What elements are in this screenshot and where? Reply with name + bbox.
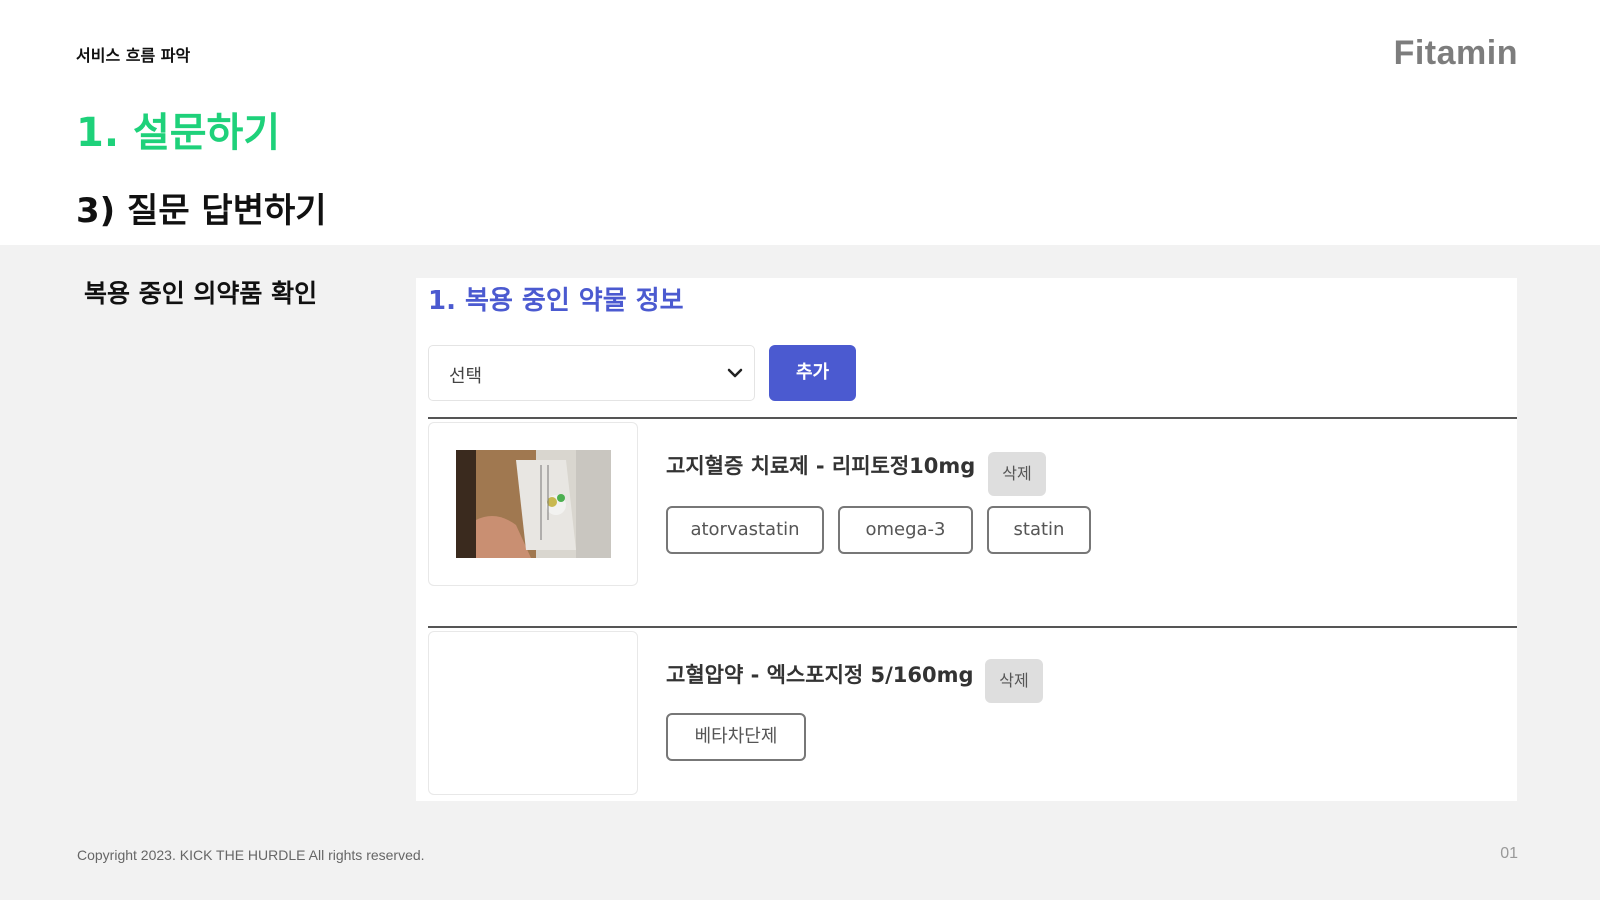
page-number: 01 <box>1500 845 1518 862</box>
ingredient-tag[interactable]: omega-3 <box>838 506 973 554</box>
select-value: 선택 <box>449 366 483 387</box>
medication-panel: 1. 복용 중인 약물 정보 선택 추가 고지혈증 치료제 - 리피토정10mg… <box>416 278 1517 801</box>
medication-image-card <box>428 631 638 795</box>
medication-row: 고지혈증 치료제 - 리피토정10mg 삭제 atorvastatin omeg… <box>428 422 1517 586</box>
medication-photo <box>456 450 611 558</box>
section-label: 복용 중인 의약품 확인 <box>84 279 318 308</box>
medication-row: 고혈압약 - 엑스포지정 5/160mg 삭제 베타차단제 <box>428 631 1517 795</box>
page-subtitle: 3) 질문 답변하기 <box>76 191 327 231</box>
divider <box>428 417 1517 419</box>
logo: Fitamin <box>1393 34 1518 72</box>
ingredient-tag[interactable]: atorvastatin <box>666 506 824 554</box>
slide-header-area: 서비스 흐름 파악 Fitamin 1. 설문하기 3) 질문 답변하기 <box>0 0 1600 245</box>
delete-button[interactable]: 삭제 <box>985 659 1043 703</box>
delete-button[interactable]: 삭제 <box>988 452 1046 496</box>
page-title: 1. 설문하기 <box>76 110 281 156</box>
ingredient-tag[interactable]: statin <box>987 506 1091 554</box>
ingredient-tag[interactable]: 베타차단제 <box>666 713 806 761</box>
medication-select[interactable]: 선택 <box>428 345 755 401</box>
add-button[interactable]: 추가 <box>769 345 856 401</box>
panel-title: 1. 복용 중인 약물 정보 <box>428 286 684 316</box>
divider <box>428 626 1517 628</box>
medication-name: 고지혈증 치료제 - 리피토정10mg <box>666 454 976 478</box>
copyright: Copyright 2023. KICK THE HURDLE All righ… <box>77 847 425 863</box>
chevron-down-icon <box>727 368 743 378</box>
medication-name: 고혈압약 - 엑스포지정 5/160mg <box>666 663 974 687</box>
medication-image-card <box>428 422 638 586</box>
breadcrumb: 서비스 흐름 파악 <box>76 46 191 65</box>
